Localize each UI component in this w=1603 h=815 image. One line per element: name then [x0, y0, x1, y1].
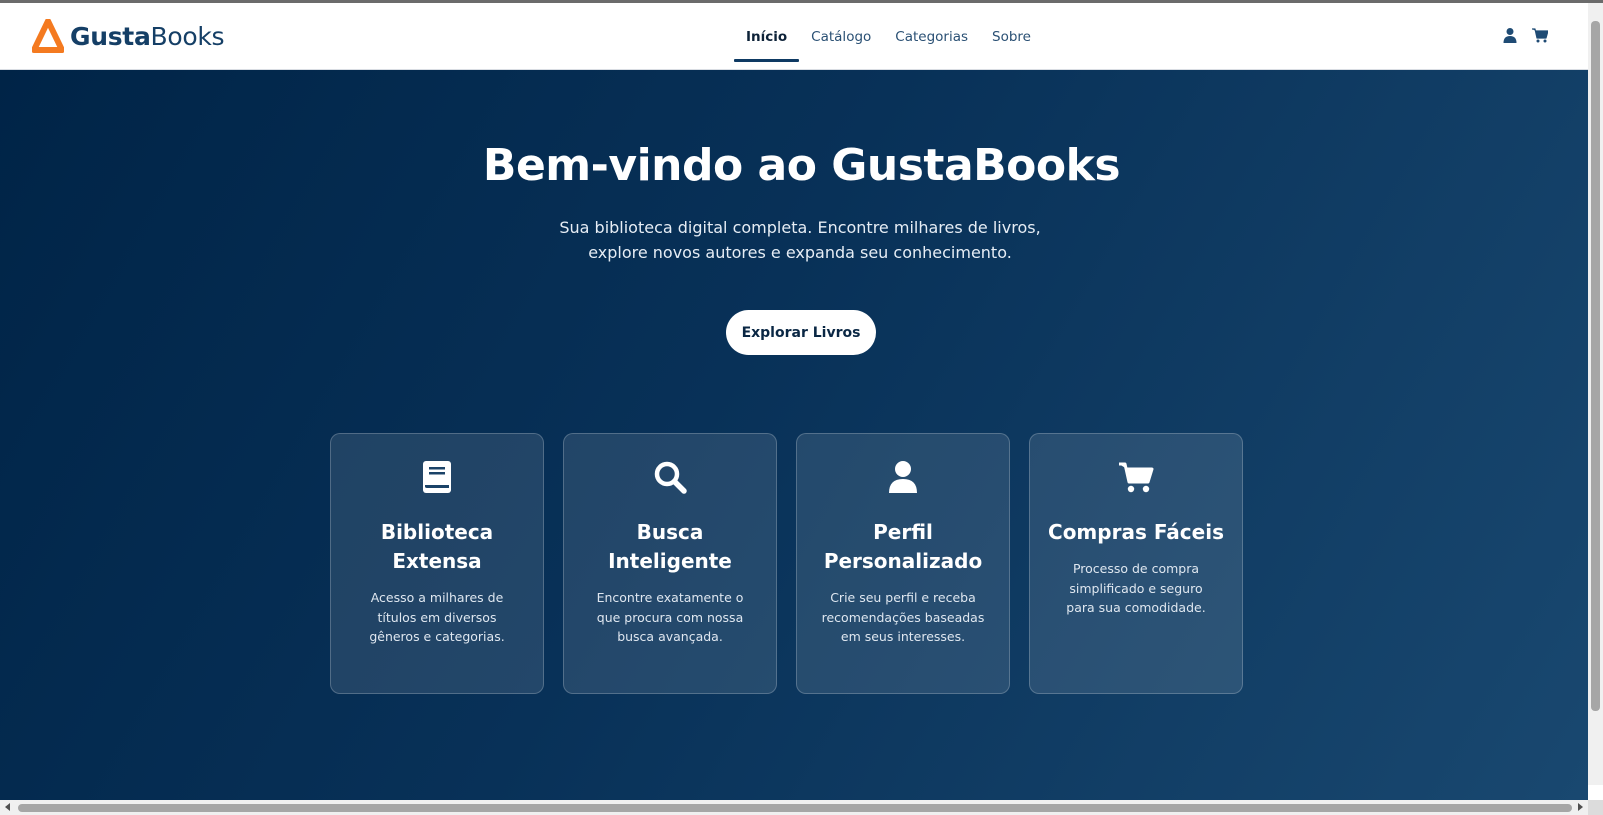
nav-item-sobre[interactable]: Sobre	[980, 3, 1043, 70]
feature-description: Encontre exatamente o que procura com no…	[596, 590, 744, 644]
user-icon	[889, 461, 917, 493]
brand-name-regular: Books	[150, 21, 225, 51]
logo-triangle-icon	[32, 19, 64, 53]
feature-card-busca: Busca Inteligente Encontre exatamente o …	[563, 433, 777, 694]
brand-name-bold: Gusta	[70, 21, 151, 51]
page-viewport: GustaBooks Início Catálogo Categorias So…	[0, 3, 1588, 803]
scrollbar-corner	[1588, 800, 1603, 815]
horizontal-scrollbar[interactable]	[0, 800, 1588, 815]
hero-section: Bem-vindo ao GustaBooks Sua biblioteca d…	[0, 70, 1588, 803]
cart-icon[interactable]	[1532, 27, 1548, 43]
book-icon	[423, 461, 451, 493]
nav-item-catalogo[interactable]: Catálogo	[799, 3, 883, 70]
feature-description: Crie seu perfil e receba recomendações b…	[821, 590, 985, 644]
feature-card-biblioteca: Biblioteca Extensa Acesso a milhares de …	[330, 433, 544, 694]
feature-card-perfil: Perfil Personalizado Crie seu perfil e r…	[796, 433, 1010, 694]
explore-books-button[interactable]: Explorar Livros	[726, 310, 876, 355]
nav-item-categorias[interactable]: Categorias	[883, 3, 980, 70]
scroll-down-button[interactable]	[1588, 785, 1603, 800]
hero-subtitle: Sua biblioteca digital completa. Encontr…	[559, 218, 1041, 262]
feature-title: Perfil Personalizado	[823, 520, 983, 573]
feature-description: Processo de compra simplificado e seguro…	[1066, 561, 1206, 615]
scroll-right-arrow-icon[interactable]	[1578, 803, 1583, 811]
feature-description: Acesso a milhares de títulos em diversos…	[369, 590, 505, 644]
cart-icon	[1119, 462, 1154, 493]
user-icon[interactable]	[1502, 27, 1518, 43]
vertical-scrollbar[interactable]	[1588, 3, 1603, 800]
feature-title: Biblioteca Extensa	[380, 520, 494, 573]
scroll-left-arrow-icon[interactable]	[5, 803, 10, 811]
vertical-scroll-thumb[interactable]	[1591, 21, 1600, 711]
search-icon	[654, 461, 687, 494]
horizontal-scroll-thumb[interactable]	[18, 804, 1572, 812]
main-nav: Início Catálogo Categorias Sobre	[734, 3, 1043, 70]
site-header: GustaBooks Início Catálogo Categorias So…	[0, 3, 1588, 70]
feature-card-compras: Compras Fáceis Processo de compra simpli…	[1029, 433, 1243, 694]
nav-item-inicio[interactable]: Início	[734, 3, 800, 70]
hero-title: Bem-vindo ao GustaBooks	[482, 140, 1121, 191]
brand-logo[interactable]: GustaBooks	[32, 19, 225, 53]
brand-name: GustaBooks	[70, 21, 225, 51]
feature-title: Busca Inteligente	[608, 520, 732, 573]
feature-title: Compras Fáceis	[1048, 520, 1224, 544]
